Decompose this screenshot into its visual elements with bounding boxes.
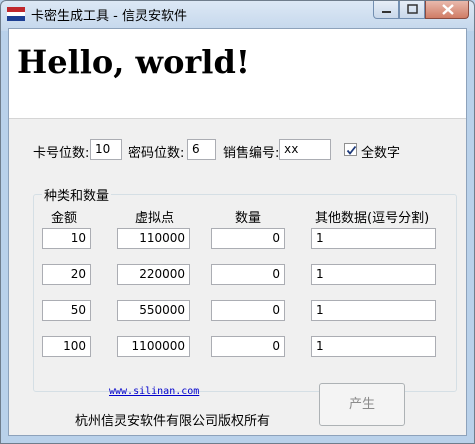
maximize-button[interactable] (399, 1, 425, 19)
points-input-row3[interactable]: 550000 (117, 300, 190, 321)
other-input-row1[interactable]: 1 (311, 228, 436, 249)
other-input-row2[interactable]: 1 (311, 264, 436, 285)
pwd-digits-input[interactable]: 6 (187, 139, 216, 160)
minimize-button[interactable] (373, 1, 399, 19)
quantity-input-row2[interactable]: 0 (211, 264, 285, 285)
card-digits-label: 卡号位数: (33, 146, 90, 161)
window-title: 卡密生成工具 - 信灵安软件 (31, 9, 187, 24)
close-button[interactable] (425, 1, 469, 19)
group-title: 种类和数量 (42, 185, 112, 204)
pwd-digits-label: 密码位数: (128, 146, 185, 161)
points-input-row4[interactable]: 1100000 (117, 336, 190, 357)
all-digits-checkbox[interactable] (344, 143, 357, 156)
close-icon (442, 4, 454, 15)
card-digits-input[interactable]: 10 (90, 139, 122, 160)
sales-code-label: 销售编号: (223, 146, 280, 161)
points-input-row1[interactable]: 110000 (117, 228, 190, 249)
minimize-icon (382, 11, 391, 13)
quantity-input-row3[interactable]: 0 (211, 300, 285, 321)
other-input-row3[interactable]: 1 (311, 300, 436, 321)
amount-input-row1[interactable]: 10 (42, 228, 91, 249)
app-icon (7, 7, 25, 21)
app-window: 卡密生成工具 - 信灵安软件 Hello, world! 卡号位数: 10 密码… (0, 0, 475, 444)
banner-area: Hello, world! (9, 29, 466, 119)
header-amount: 金额 (51, 211, 78, 226)
copyright-text: 杭州信灵安软件有限公司版权所有 (75, 414, 271, 429)
header-points: 虚拟点 (135, 211, 175, 226)
amount-input-row2[interactable]: 20 (42, 264, 91, 285)
all-digits-label: 全数字 (361, 146, 401, 161)
quantity-input-row4[interactable]: 0 (211, 336, 285, 357)
header-other: 其他数据(逗号分割) (315, 211, 430, 226)
client-area: Hello, world! 卡号位数: 10 密码位数: 6 销售编号: xx … (8, 28, 467, 436)
checkmark-icon (346, 145, 357, 155)
header-quantity: 数量 (235, 211, 262, 226)
sales-code-input[interactable]: xx (279, 139, 331, 160)
quantity-input-row1[interactable]: 0 (211, 228, 285, 249)
points-input-row2[interactable]: 220000 (117, 264, 190, 285)
banner-text: Hello, world! (17, 43, 250, 81)
maximize-icon (407, 4, 418, 14)
amount-input-row3[interactable]: 50 (42, 300, 91, 321)
amount-input-row4[interactable]: 100 (42, 336, 91, 357)
other-input-row4[interactable]: 1 (311, 336, 436, 357)
title-bar[interactable]: 卡密生成工具 - 信灵安软件 (1, 1, 474, 27)
generate-button[interactable]: 产生 (319, 383, 405, 426)
website-link[interactable]: www.silinan.com (109, 386, 199, 397)
